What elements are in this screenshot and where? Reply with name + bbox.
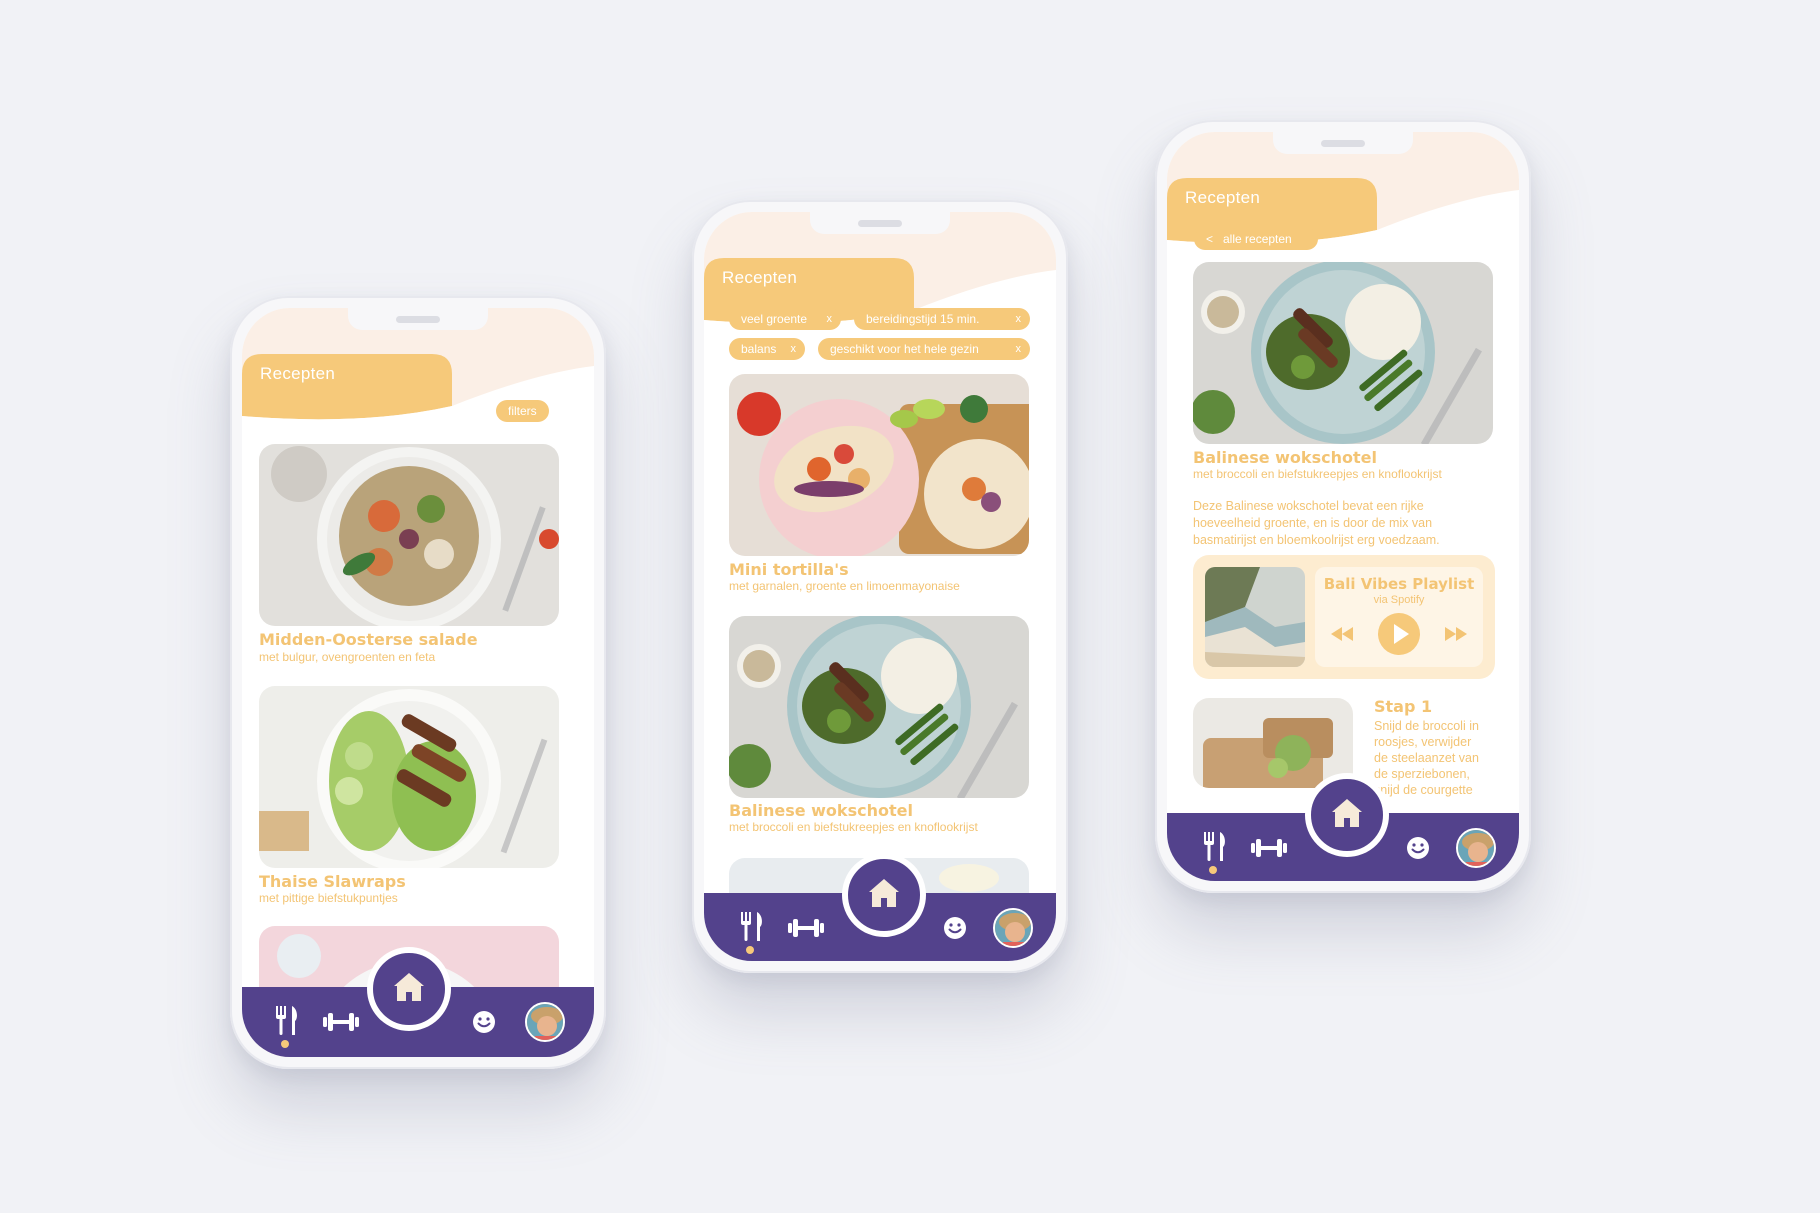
close-icon[interactable]: x (791, 338, 797, 360)
header-wave (1167, 178, 1519, 270)
header-wave (242, 354, 594, 446)
recipe-title[interactable]: Mini tortilla's (729, 560, 849, 579)
active-indicator (746, 946, 754, 954)
recipe-title[interactable]: Balinese wokschotel (729, 801, 913, 820)
phone-screen: Recepten < alle recepten Balinese woksch… (1167, 132, 1519, 881)
recipe-title[interactable]: Midden-Oosterse salade (259, 630, 478, 649)
active-indicator (1209, 866, 1217, 874)
home-button[interactable] (367, 947, 451, 1031)
recipe-title[interactable]: Thaise Slawraps (259, 872, 406, 891)
recipe-subtitle: met pittige biefstukpuntjes (259, 891, 398, 905)
speaker (858, 220, 902, 227)
dumbbell-icon[interactable] (788, 918, 824, 938)
page-title: Recepten (260, 364, 336, 383)
recipe-subtitle: met broccoli en biefstukreepjes en knofl… (1193, 467, 1442, 481)
step-text: Snijd de broccoli in roosjes, verwijder … (1374, 719, 1479, 813)
fork-knife-icon[interactable] (1202, 832, 1226, 862)
page-title: Recepten (1185, 188, 1261, 207)
phone-recipe-detail: Recepten < alle recepten Balinese woksch… (1155, 120, 1531, 893)
avatar[interactable] (993, 908, 1033, 948)
close-icon[interactable]: x (1016, 308, 1022, 330)
home-icon (394, 973, 424, 1001)
filter-chip[interactable]: geschikt voor het hele gezin x (818, 338, 1030, 360)
recipe-subtitle: met bulgur, ovengroenten en feta (259, 650, 436, 664)
close-icon[interactable]: x (827, 308, 833, 330)
play-button[interactable] (1378, 613, 1420, 655)
fork-knife-icon[interactable] (274, 1006, 298, 1036)
playlist-title: Bali Vibes Playlist (1323, 575, 1475, 593)
smiley-icon[interactable] (1406, 836, 1430, 860)
recipe-subtitle: met broccoli en biefstukreepjes en knofl… (729, 820, 978, 834)
page-title: Recepten (722, 268, 798, 287)
fast-forward-icon[interactable] (1445, 627, 1467, 641)
speaker (396, 316, 440, 323)
recipe-image[interactable] (729, 616, 1029, 798)
home-icon (869, 879, 899, 907)
filters-button[interactable]: filters (496, 400, 549, 422)
recipe-image (1193, 262, 1493, 444)
home-button[interactable] (842, 853, 926, 937)
filter-chip[interactable]: balans x (729, 338, 805, 360)
step-title: Stap 1 (1374, 697, 1433, 716)
avatar[interactable] (1456, 828, 1496, 868)
smiley-icon[interactable] (943, 916, 967, 940)
phone-screen: Recepten filters Midden-Oosterse salade … (242, 308, 594, 1057)
smiley-icon[interactable] (472, 1010, 496, 1034)
filter-chip[interactable]: veel groente x (729, 308, 841, 330)
phone-recipes-filtered: Recepten veel groente x bereidingstijd 15… (692, 200, 1068, 973)
speaker (1321, 140, 1365, 147)
recipe-subtitle: met garnalen, groente en limoenmayonaise (729, 579, 960, 593)
dumbbell-icon[interactable] (323, 1012, 359, 1032)
phone-screen: Recepten veel groente x bereidingstijd 15… (704, 212, 1056, 961)
recipe-image[interactable] (259, 444, 559, 626)
playlist-card[interactable]: Bali Vibes Playlist via Spotify (1193, 555, 1495, 679)
step-image (1193, 698, 1353, 788)
back-button[interactable]: < alle recepten (1194, 228, 1318, 250)
home-icon (1332, 799, 1362, 827)
filter-chip[interactable]: bereidingstijd 15 min. x (854, 308, 1030, 330)
rewind-icon[interactable] (1331, 627, 1353, 641)
dumbbell-icon[interactable] (1251, 838, 1287, 858)
recipe-image[interactable] (259, 686, 559, 868)
close-icon[interactable]: x (1016, 338, 1022, 360)
recipe-title: Balinese wokschotel (1193, 448, 1377, 467)
header-wave (704, 258, 1056, 350)
recipe-description: Deze Balinese wokschotel bevat een rijke… (1193, 499, 1440, 547)
playlist-source: via Spotify (1373, 594, 1425, 606)
home-button[interactable] (1305, 773, 1389, 857)
active-indicator (281, 1040, 289, 1048)
fork-knife-icon[interactable] (739, 912, 763, 942)
avatar[interactable] (525, 1002, 565, 1042)
phone-recipes-list: Recepten filters Midden-Oosterse salade … (230, 296, 606, 1069)
playlist-cover (1205, 567, 1305, 667)
recipe-image[interactable] (729, 374, 1029, 556)
